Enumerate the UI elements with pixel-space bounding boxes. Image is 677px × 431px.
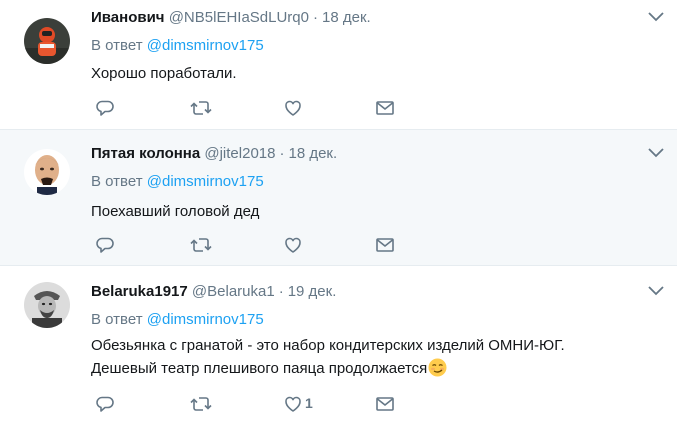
retweet-icon — [190, 101, 212, 115]
tweet-text: Хорошо поработали. — [91, 62, 637, 85]
tweet-text: Поехавший головой дед — [91, 200, 637, 223]
heart-icon — [285, 396, 301, 412]
like-button[interactable] — [283, 235, 303, 255]
reply-icon — [96, 100, 114, 116]
like-count: 1 — [305, 395, 313, 411]
heart-icon — [285, 237, 301, 253]
fullname[interactable]: Иванович — [91, 9, 165, 26]
tweet-text-line-with-emoji: Дешевый театр плешивого паяца продолжает… — [91, 357, 637, 380]
avatar[interactable] — [24, 18, 70, 64]
tweet-actions: 1 — [95, 394, 415, 414]
avatar[interactable] — [24, 149, 70, 195]
heart-icon — [285, 100, 301, 116]
reply-context: В ответ @dimsmirnov175 — [91, 310, 264, 330]
direct-message-button[interactable] — [375, 235, 395, 255]
reply-context: В ответ @dimsmirnov175 — [91, 172, 264, 192]
direct-message-button[interactable] — [375, 98, 395, 118]
tweet-header: Belaruka1917 @Belaruka1 · 19 дек. — [91, 282, 637, 302]
username[interactable]: @Belaruka1 — [192, 283, 275, 300]
chevron-down-icon[interactable] — [647, 146, 665, 158]
reply-prefix: В ответ — [91, 37, 143, 54]
reply-icon — [96, 396, 114, 412]
retweet-icon — [190, 238, 212, 252]
reply-mention-link[interactable]: @dimsmirnov175 — [147, 37, 264, 54]
tweet[interactable]: Иванович @NB5lEHIaSdLUrq0 · 18 дек. В отве… — [0, 0, 677, 130]
timestamp[interactable]: 19 дек. — [288, 283, 337, 300]
tweet-actions — [95, 98, 415, 118]
reply-icon — [96, 237, 114, 253]
fullname[interactable]: Пятая колонна — [91, 145, 200, 162]
tweet-header: Пятая колонна @jitel2018 · 18 дек. — [91, 144, 637, 164]
tweet-header: Иванович @NB5lEHIaSdLUrq0 · 18 дек. — [91, 8, 637, 28]
separator: · — [278, 283, 284, 300]
envelope-icon — [376, 238, 394, 252]
tweet-text-line: Обезьянка с гранатой - это набор кондите… — [91, 337, 565, 354]
envelope-icon — [376, 397, 394, 411]
chevron-down-icon[interactable] — [647, 284, 665, 296]
reply-button[interactable] — [95, 394, 115, 414]
tweet-text-line: Хорошо поработали. — [91, 65, 237, 82]
tweet-text: Обезьянка с гранатой - это набор кондите… — [91, 334, 637, 380]
separator: · — [313, 9, 318, 26]
separator: · — [279, 145, 285, 162]
smirking-face-emoji — [428, 358, 447, 377]
reply-prefix: В ответ — [91, 173, 143, 190]
tweet-text-line: Дешевый театр плешивого паяца продолжает… — [91, 360, 428, 377]
like-button[interactable]: 1 — [283, 394, 313, 414]
envelope-icon — [376, 101, 394, 115]
username[interactable]: @NB5lEHIaSdLUrq0 — [169, 9, 309, 26]
retweet-button[interactable] — [190, 394, 212, 414]
reply-prefix: В ответ — [91, 311, 143, 328]
tweet-text-line: Поехавший головой дед — [91, 203, 260, 220]
reply-button[interactable] — [95, 235, 115, 255]
reply-context: В ответ @dimsmirnov175 — [91, 36, 264, 56]
like-button[interactable] — [283, 98, 303, 118]
retweet-button[interactable] — [190, 235, 212, 255]
timestamp[interactable]: 18 дек. — [322, 9, 371, 26]
chevron-down-icon[interactable] — [647, 10, 665, 22]
tweet[interactable]: Пятая колонна @jitel2018 · 18 дек. В ответ… — [0, 130, 677, 266]
tweet-actions — [95, 235, 415, 255]
retweet-icon — [190, 397, 212, 411]
reply-mention-link[interactable]: @dimsmirnov175 — [147, 311, 264, 328]
username[interactable]: @jitel2018 — [204, 145, 275, 162]
fullname[interactable]: Belaruka1917 — [91, 283, 188, 300]
retweet-button[interactable] — [190, 98, 212, 118]
avatar[interactable] — [24, 282, 70, 328]
reply-mention-link[interactable]: @dimsmirnov175 — [147, 173, 264, 190]
direct-message-button[interactable] — [375, 394, 395, 414]
tweet[interactable]: Belaruka1917 @Belaruka1 · 19 дек. В ответ … — [0, 266, 677, 431]
timestamp[interactable]: 18 дек. — [288, 145, 337, 162]
reply-button[interactable] — [95, 98, 115, 118]
